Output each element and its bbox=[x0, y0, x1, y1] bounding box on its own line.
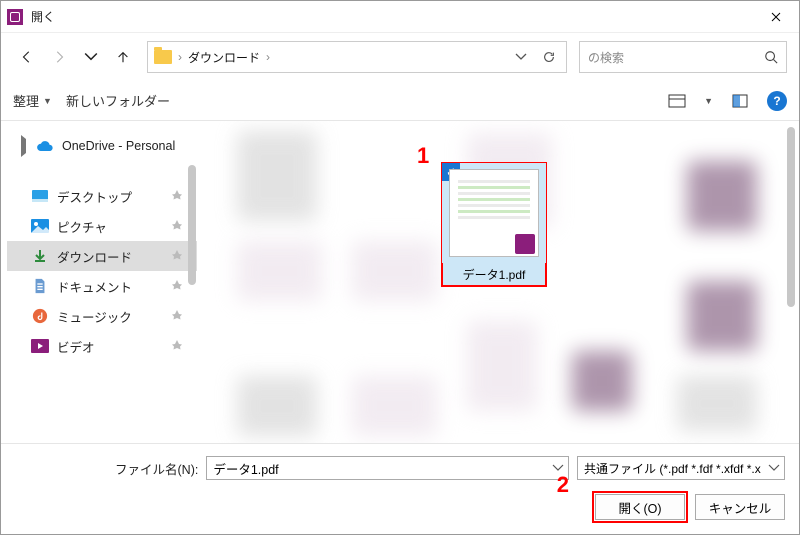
chevron-down-icon: ▼ bbox=[704, 96, 713, 106]
breadcrumb-sep: › bbox=[178, 50, 182, 64]
sidebar-item-label: OneDrive - Personal bbox=[62, 139, 175, 153]
annotation-2: 2 bbox=[557, 472, 569, 498]
sidebar-item-label: ピクチャ bbox=[57, 217, 107, 236]
forward-button[interactable] bbox=[45, 43, 73, 71]
refresh-button[interactable] bbox=[538, 46, 560, 68]
sidebar-scrollbar[interactable] bbox=[187, 125, 197, 439]
cancel-button[interactable]: キャンセル bbox=[695, 494, 785, 520]
sidebar-item-desktop[interactable]: デスクトップ bbox=[7, 181, 197, 211]
sidebar-item-pictures[interactable]: ピクチャ bbox=[7, 211, 197, 241]
sidebar-item-videos[interactable]: ビデオ bbox=[7, 331, 197, 361]
file-item[interactable] bbox=[352, 376, 437, 436]
filename-input[interactable]: データ1.pdf bbox=[206, 456, 569, 480]
file-item[interactable] bbox=[687, 281, 757, 351]
chevron-down-icon: ▼ bbox=[43, 96, 52, 106]
music-icon bbox=[31, 307, 49, 325]
cloud-icon bbox=[36, 137, 54, 155]
breadcrumb-item[interactable]: ダウンロード bbox=[188, 49, 260, 66]
sidebar-item-label: デスクトップ bbox=[57, 187, 132, 206]
folder-icon bbox=[154, 50, 172, 64]
new-folder-label: 新しいフォルダー bbox=[66, 91, 170, 110]
sidebar-item-label: ミュージック bbox=[57, 307, 132, 326]
file-item[interactable] bbox=[237, 241, 322, 301]
file-item[interactable] bbox=[687, 161, 757, 231]
nav-row: › ダウンロード › の検索 bbox=[1, 33, 799, 81]
organize-label: 整理 bbox=[13, 91, 39, 110]
document-icon bbox=[31, 277, 49, 295]
breadcrumb-sep: › bbox=[266, 50, 270, 64]
sidebar: OneDrive - Personal デスクトップ ピクチャ ダウンロード ド… bbox=[1, 121, 197, 443]
search-placeholder: の検索 bbox=[588, 49, 624, 66]
filename-label: ファイル名(N): bbox=[115, 459, 198, 478]
pin-icon bbox=[171, 279, 183, 294]
pin-icon bbox=[171, 309, 183, 324]
chevron-right-icon bbox=[21, 139, 26, 153]
cancel-button-label: キャンセル bbox=[709, 498, 772, 517]
video-icon bbox=[31, 337, 49, 355]
sidebar-item-music[interactable]: ミュージック bbox=[7, 301, 197, 331]
pin-icon bbox=[171, 249, 183, 264]
desktop-icon bbox=[31, 187, 49, 205]
toolbar: 整理 ▼ 新しいフォルダー ▼ ? bbox=[1, 81, 799, 121]
sidebar-item-documents[interactable]: ドキュメント bbox=[7, 271, 197, 301]
back-button[interactable] bbox=[13, 43, 41, 71]
up-button[interactable] bbox=[109, 43, 137, 71]
close-button[interactable] bbox=[753, 1, 799, 33]
open-button[interactable]: 開く(O) bbox=[595, 494, 685, 520]
sidebar-item-label: ドキュメント bbox=[57, 277, 132, 296]
new-folder-button[interactable]: 新しいフォルダー bbox=[66, 91, 170, 110]
footer: ファイル名(N): データ1.pdf 共通ファイル (*.pdf *.fdf *… bbox=[1, 443, 799, 534]
preview-pane-button[interactable] bbox=[727, 88, 753, 114]
close-icon bbox=[771, 12, 781, 22]
file-item[interactable] bbox=[467, 321, 537, 411]
recent-button[interactable] bbox=[77, 43, 105, 71]
pdf-thumbnail bbox=[449, 169, 539, 257]
titlebar: 開く bbox=[1, 1, 799, 33]
help-button[interactable]: ? bbox=[767, 91, 787, 111]
window-title: 開く bbox=[31, 8, 753, 25]
file-item-selected[interactable]: ✓ データ1.pdf bbox=[442, 163, 546, 286]
sidebar-item-onedrive[interactable]: OneDrive - Personal bbox=[7, 131, 197, 161]
file-type-filter[interactable]: 共通ファイル (*.pdf *.fdf *.xfdf *.x bbox=[577, 456, 785, 480]
file-item[interactable] bbox=[237, 131, 317, 221]
file-item[interactable] bbox=[572, 351, 632, 411]
search-icon bbox=[764, 50, 778, 64]
pictures-icon bbox=[31, 217, 49, 235]
address-bar[interactable]: › ダウンロード › bbox=[147, 41, 567, 73]
pin-icon bbox=[171, 339, 183, 354]
organize-menu[interactable]: 整理 ▼ bbox=[13, 91, 52, 110]
open-button-label: 開く(O) bbox=[618, 498, 661, 517]
file-item[interactable] bbox=[352, 241, 437, 301]
address-dropdown-button[interactable] bbox=[510, 46, 532, 68]
file-type-filter-label: 共通ファイル (*.pdf *.fdf *.xfdf *.x bbox=[584, 460, 761, 477]
chevron-down-icon[interactable] bbox=[768, 461, 780, 475]
filename-value: データ1.pdf bbox=[213, 459, 278, 478]
open-file-dialog: 開く › ダウンロード › の検索 整理 ▼ bbox=[0, 0, 800, 535]
app-icon bbox=[7, 9, 23, 25]
sidebar-item-label: ビデオ bbox=[57, 337, 95, 356]
search-box[interactable]: の検索 bbox=[579, 41, 787, 73]
file-pane-scrollbar[interactable] bbox=[785, 127, 797, 437]
file-list-pane[interactable]: ✓ データ1.pdf 1 bbox=[197, 121, 799, 443]
sidebar-item-downloads[interactable]: ダウンロード bbox=[7, 241, 197, 271]
body: OneDrive - Personal デスクトップ ピクチャ ダウンロード ド… bbox=[1, 121, 799, 443]
file-item[interactable] bbox=[677, 376, 757, 431]
file-name-label: データ1.pdf bbox=[442, 263, 546, 286]
download-icon bbox=[31, 247, 49, 265]
sidebar-item-label: ダウンロード bbox=[57, 247, 132, 266]
view-mode-button[interactable] bbox=[664, 88, 690, 114]
pin-icon bbox=[171, 219, 183, 234]
file-item[interactable] bbox=[237, 376, 317, 436]
pin-icon bbox=[171, 189, 183, 204]
annotation-1: 1 bbox=[417, 143, 429, 169]
